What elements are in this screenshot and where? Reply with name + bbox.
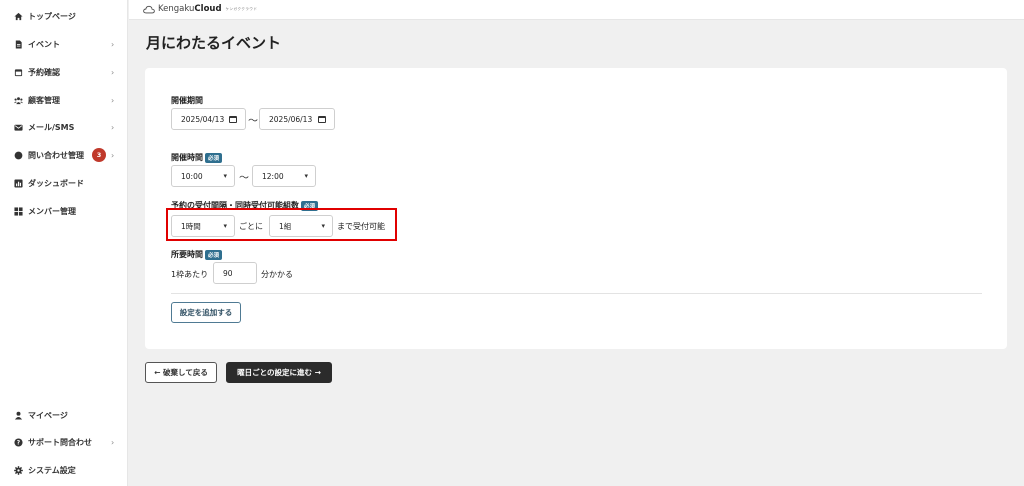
chevron-right-icon: › bbox=[111, 95, 115, 105]
users-icon bbox=[14, 96, 23, 105]
chevron-right-icon: › bbox=[111, 150, 115, 160]
grid-icon bbox=[14, 206, 23, 216]
logo-text-bold: Cloud bbox=[194, 4, 222, 14]
sidebar-item-reservations[interactable]: 予約確認 › bbox=[0, 62, 128, 82]
sidebar-item-label: ダッシュボード bbox=[28, 178, 84, 188]
help-icon: ? bbox=[14, 437, 23, 447]
sidebar-item-inquiries[interactable]: 問い合わせ管理 3 › bbox=[0, 145, 128, 165]
sidebar-item-dashboard[interactable]: ダッシュボード bbox=[0, 173, 128, 193]
divider bbox=[171, 293, 982, 294]
chevron-right-icon: › bbox=[111, 437, 115, 447]
chart-icon bbox=[14, 178, 23, 188]
next-button[interactable]: 曜日ごとの設定に進む → bbox=[226, 362, 332, 383]
duration-prefix-text: 1枠あたり bbox=[171, 270, 209, 279]
required-tag: 必須 bbox=[205, 249, 223, 260]
end-date-input[interactable]: 2025/06/13 bbox=[259, 108, 335, 130]
sidebar-item-label: システム設定 bbox=[28, 465, 76, 475]
back-button[interactable]: ← 破棄して戻る bbox=[145, 362, 217, 383]
sidebar-item-label: 予約確認 bbox=[28, 67, 60, 77]
highlight-box bbox=[166, 208, 397, 241]
sidebar-item-mail[interactable]: メール/SMS › bbox=[0, 117, 128, 137]
sidebar-item-mypage[interactable]: マイページ bbox=[0, 405, 128, 425]
sidebar-item-label: イベント bbox=[28, 39, 60, 49]
chevron-right-icon: › bbox=[111, 122, 115, 132]
period-separator: 〜 bbox=[248, 116, 258, 127]
chevron-right-icon: › bbox=[111, 39, 115, 49]
logo-text-prefix: Kengaku bbox=[158, 4, 195, 14]
calendar-icon bbox=[229, 116, 237, 123]
top-header: Kengaku Cloud ケンガククラウド bbox=[129, 0, 1024, 20]
time-separator: 〜 bbox=[239, 173, 249, 184]
sidebar-item-support[interactable]: ? サポート問合わせ › bbox=[0, 432, 128, 452]
sidebar-item-label: マイページ bbox=[28, 410, 68, 420]
mail-icon bbox=[14, 123, 23, 132]
sidebar: トップページ イベント › 予約確認 › 顧客管理 › メール/SMS › 問い… bbox=[0, 0, 128, 486]
chevron-down-icon: ▾ bbox=[223, 172, 227, 180]
duration-suffix-text: 分かかる bbox=[261, 270, 293, 279]
duration-input[interactable]: 90 bbox=[213, 262, 257, 284]
home-icon bbox=[14, 12, 23, 21]
start-time-select[interactable]: 10:00 ▾ bbox=[171, 165, 235, 187]
sidebar-item-settings[interactable]: システム設定 bbox=[0, 460, 128, 480]
cloud-icon bbox=[143, 5, 155, 13]
document-icon bbox=[14, 39, 23, 49]
sidebar-item-label: メール/SMS bbox=[28, 122, 75, 132]
sidebar-item-label: サポート問合わせ bbox=[28, 437, 92, 447]
sidebar-item-label: 問い合わせ管理 bbox=[28, 150, 84, 160]
sidebar-item-members[interactable]: メンバー管理 bbox=[0, 201, 128, 221]
notification-badge: 3 bbox=[92, 148, 106, 162]
time-label: 開催時間 必須 bbox=[171, 152, 223, 163]
sidebar-item-customers[interactable]: 顧客管理 › bbox=[0, 90, 128, 110]
required-tag: 必須 bbox=[205, 152, 223, 163]
end-time-select[interactable]: 12:00 ▾ bbox=[252, 165, 316, 187]
user-icon bbox=[14, 411, 23, 420]
app-logo[interactable]: Kengaku Cloud ケンガククラウド bbox=[143, 4, 257, 14]
duration-label: 所要時間 必須 bbox=[171, 249, 223, 260]
add-setting-button[interactable]: 設定を追加する bbox=[171, 302, 241, 323]
sidebar-item-label: メンバー管理 bbox=[28, 206, 76, 216]
sidebar-item-top[interactable]: トップページ bbox=[0, 6, 128, 26]
start-date-input[interactable]: 2025/04/13 bbox=[171, 108, 246, 130]
chevron-right-icon: › bbox=[111, 67, 115, 77]
period-label: 開催期間 bbox=[171, 96, 203, 105]
page-title: 月にわたるイベント bbox=[146, 34, 282, 52]
sidebar-item-events[interactable]: イベント › bbox=[0, 34, 128, 54]
calendar-icon bbox=[14, 68, 23, 77]
chevron-down-icon: ▾ bbox=[304, 172, 308, 180]
chat-icon bbox=[14, 151, 23, 160]
gear-icon bbox=[14, 465, 23, 475]
calendar-icon bbox=[318, 116, 326, 123]
logo-subtext: ケンガククラウド bbox=[225, 6, 258, 11]
sidebar-item-label: トップページ bbox=[28, 11, 76, 21]
sidebar-item-label: 顧客管理 bbox=[28, 95, 60, 105]
